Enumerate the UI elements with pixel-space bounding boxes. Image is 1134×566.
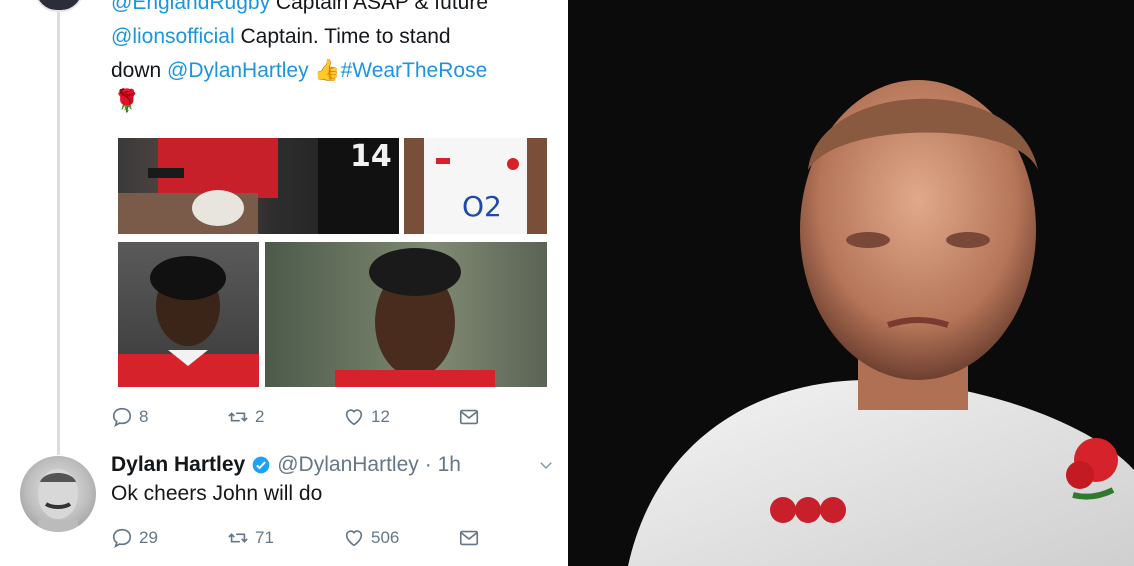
reply-author-row: Dylan Hartley @DylanHartley · 1h (111, 452, 461, 478)
reply-timestamp[interactable]: · 1h (425, 452, 461, 478)
tweet-text-line3: down (111, 59, 168, 82)
direct-message-button[interactable] (458, 406, 480, 428)
previous-tweet-avatar[interactable] (34, 0, 84, 12)
like-button[interactable]: 12 (343, 406, 390, 428)
reply-retweet-count: 71 (255, 528, 274, 547)
player-photo-panel (568, 0, 1134, 566)
reply-reply-count: 29 (139, 528, 158, 547)
chevron-down-icon[interactable] (537, 456, 555, 474)
tweet-media-grid[interactable]: 14 O2 (116, 138, 547, 387)
thread-connector-line (57, 0, 60, 455)
reply-author-avatar[interactable] (20, 456, 96, 532)
thumbs-up-emoji: 👍 (314, 59, 341, 82)
reply-direct-message-button[interactable] (458, 527, 480, 549)
reply-count: 8 (139, 407, 149, 426)
reply-author-name[interactable]: Dylan Hartley (111, 452, 245, 478)
reply-action-bar: 29 71 506 (111, 527, 491, 551)
media-photo-player-closeup[interactable] (265, 242, 547, 387)
reply-author-handle[interactable]: @DylanHartley (277, 452, 419, 478)
mention-dylan-hartley[interactable]: @DylanHartley (167, 59, 309, 82)
canterbury-logo (770, 497, 846, 523)
reply-icon (112, 528, 132, 548)
media-photo-england-jersey[interactable]: O2 (404, 138, 547, 234)
hashtag-wear-the-rose[interactable]: #WearTheRose (341, 59, 488, 82)
reply-text: Ok cheers John will do (111, 482, 323, 505)
reply-retweet-button[interactable]: 71 (227, 527, 274, 549)
avatar-face-illustration (38, 469, 78, 532)
mention-lions-official[interactable]: @lionsofficial (111, 25, 235, 48)
media-photo-player-portrait[interactable] (118, 242, 259, 387)
retweet-count: 2 (255, 407, 265, 426)
player-closeup-illustration (335, 248, 495, 387)
retweet-icon (228, 412, 248, 422)
heart-icon (345, 409, 363, 426)
o2-sponsor-logo: O2 (462, 190, 502, 223)
player-photo-illustration (568, 0, 1134, 566)
verified-badge-icon (252, 456, 270, 474)
mention-england-rugby[interactable]: @EnglandRugby (111, 0, 270, 14)
tweet-thread-panel: @EnglandRugby Captain ASAP & future @lio… (0, 0, 568, 566)
tweet-text-line2: Captain. Time to stand (234, 25, 451, 48)
reply-reply-button[interactable]: 29 (111, 527, 158, 549)
england-jersey-illustration: O2 (404, 138, 547, 234)
reply-icon (112, 407, 132, 427)
reply-like-button[interactable]: 506 (343, 527, 399, 549)
envelope-icon (459, 409, 479, 425)
rose-emoji: 🌹 (113, 88, 141, 113)
reply-like-count: 506 (371, 528, 400, 547)
tweet-body: @EnglandRugby Captain ASAP & future @lio… (111, 0, 551, 88)
retweet-icon (228, 533, 248, 543)
tweet-text-line1: Captain ASAP & future (270, 0, 489, 14)
jersey-number-14: 14 (350, 139, 392, 174)
photo-lions-player-illustration: 14 (118, 138, 399, 234)
retweet-button[interactable]: 2 (227, 406, 264, 428)
envelope-icon (459, 530, 479, 546)
heart-icon (345, 530, 363, 547)
player-portrait-illustration (118, 256, 259, 387)
reply-button[interactable]: 8 (111, 406, 148, 428)
like-count: 12 (371, 407, 390, 426)
tweet-action-bar: 8 2 12 (111, 406, 491, 430)
media-photo-lions-ball-carrier[interactable]: 14 (118, 138, 399, 234)
